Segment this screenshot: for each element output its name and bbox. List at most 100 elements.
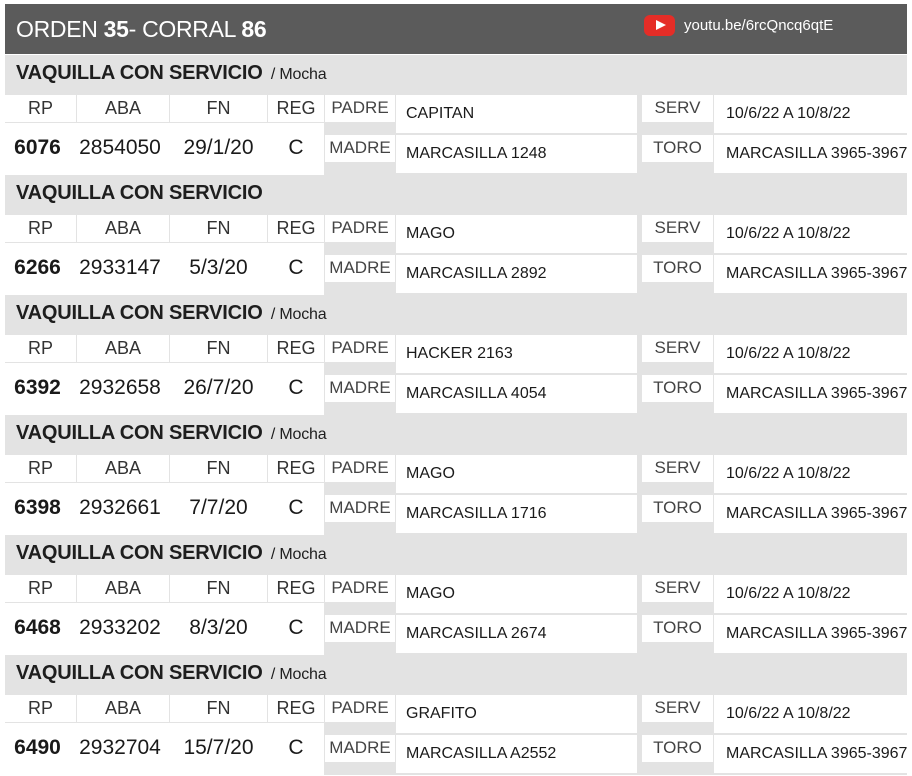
serv-label: SERV (654, 698, 701, 717)
record-category: VAQUILLA CON SERVICIO (16, 662, 263, 684)
video-link[interactable]: youtu.be/6rcQncq6qtE (644, 15, 833, 36)
aba-value: 2932704 (79, 736, 161, 759)
serv-value: 10/6/22 A 10/8/22 (726, 705, 851, 722)
record-title: VAQUILLA CON SERVICIO / Mocha (16, 422, 327, 445)
orden-number: 35 (103, 15, 129, 42)
padre-label: PADRE (331, 698, 389, 717)
record-category: VAQUILLA CON SERVICIO (16, 542, 263, 564)
col-header-rp: RP (27, 218, 53, 238)
madre-label: MADRE (329, 378, 391, 397)
toro-value: MARCASILLA 3965-3967 (726, 385, 908, 402)
madre-value: MARCASILLA 1248 (406, 145, 547, 162)
col-header-fn: FN (206, 578, 231, 598)
record-category: VAQUILLA CON SERVICIO (16, 302, 263, 324)
record-category: VAQUILLA CON SERVICIO (16, 182, 263, 204)
reg-value: C (288, 376, 304, 399)
aba-value: 2854050 (79, 136, 161, 159)
record-row: VAQUILLA CON SERVICIO / Mocha RP ABA FN REG 6… (5, 295, 907, 415)
padre-value: CAPITAN (406, 105, 475, 122)
madre-value: MARCASILLA 2674 (406, 625, 547, 642)
record-category: VAQUILLA CON SERVICIO (16, 62, 263, 84)
serv-value: 10/6/22 A 10/8/22 (726, 225, 851, 242)
serv-label: SERV (654, 338, 701, 357)
youtube-icon (644, 15, 675, 36)
col-header-reg: REG (276, 698, 316, 718)
aba-value: 2933147 (79, 256, 161, 279)
video-url[interactable]: youtu.be/6rcQncq6qtE (684, 17, 833, 34)
col-header-reg: REG (276, 218, 316, 238)
padre-label: PADRE (331, 458, 389, 477)
padre-label: PADRE (331, 338, 389, 357)
col-header-reg: REG (276, 578, 316, 598)
col-header-fn: FN (206, 98, 231, 118)
reg-value: C (288, 616, 304, 639)
record-row: VAQUILLA CON SERVICIO / Mocha RP ABA FN REG 6… (5, 55, 907, 175)
reg-value: C (288, 496, 304, 519)
aba-value: 2933202 (79, 616, 161, 639)
record-row: VAQUILLA CON SERVICIO / Mocha RP ABA FN REG 6… (5, 535, 907, 655)
toro-value: MARCASILLA 3965-3967 (726, 265, 908, 282)
serv-label: SERV (654, 218, 701, 237)
serv-value: 10/6/22 A 10/8/22 (726, 105, 851, 122)
col-header-rp: RP (27, 98, 53, 118)
aba-value: 2932661 (79, 496, 161, 519)
record-title: VAQUILLA CON SERVICIO / Mocha (16, 542, 327, 565)
col-header-reg: REG (276, 98, 316, 118)
col-header-rp: RP (27, 578, 53, 598)
record-subtitle: / Mocha (270, 66, 327, 83)
madre-value: MARCASILLA A2552 (406, 745, 557, 762)
serv-value: 10/6/22 A 10/8/22 (726, 465, 851, 482)
record-row: VAQUILLA CON SERVICIO / Mocha RP ABA FN REG 6… (5, 655, 907, 775)
toro-label: TORO (653, 258, 702, 277)
serv-value: 10/6/22 A 10/8/22 (726, 345, 851, 362)
padre-value: MAGO (406, 225, 455, 242)
col-header-rp: RP (27, 338, 53, 358)
record-row: VAQUILLA CON SERVICIO / Mocha RP ABA FN REG 6… (5, 415, 907, 535)
serv-label: SERV (654, 578, 701, 597)
record-subtitle: / Mocha (270, 666, 327, 683)
record-title: VAQUILLA CON SERVICIO / Mocha (16, 302, 327, 325)
fn-value: 7/7/20 (189, 496, 248, 519)
corral-number: 86 (241, 15, 267, 42)
padre-value: GRAFITO (406, 705, 477, 722)
serv-label: SERV (654, 458, 701, 477)
rp-value: 6490 (14, 736, 61, 759)
madre-label: MADRE (329, 738, 391, 757)
serv-label: SERV (654, 98, 701, 117)
toro-label: TORO (653, 498, 702, 517)
fn-value: 29/1/20 (183, 136, 254, 159)
rp-value: 6398 (14, 496, 61, 519)
padre-label: PADRE (331, 578, 389, 597)
col-header-aba: ABA (104, 98, 142, 118)
col-header-fn: FN (206, 698, 231, 718)
record-title: VAQUILLA CON SERVICIO / Mocha (16, 662, 327, 685)
col-header-aba: ABA (104, 458, 142, 478)
padre-value: MAGO (406, 585, 455, 602)
fn-value: 5/3/20 (189, 256, 248, 279)
record-subtitle: / Mocha (270, 306, 327, 323)
fn-value: 15/7/20 (183, 736, 254, 759)
madre-value: MARCASILLA 2892 (406, 265, 547, 282)
padre-value: MAGO (406, 465, 455, 482)
padre-label: PADRE (331, 218, 389, 237)
col-header-aba: ABA (104, 698, 142, 718)
aba-value: 2932658 (79, 376, 161, 399)
toro-value: MARCASILLA 3965-3967 (726, 745, 908, 762)
col-header-aba: ABA (104, 338, 142, 358)
col-header-aba: ABA (104, 218, 142, 238)
records-list: VAQUILLA CON SERVICIO / Mocha RP ABA FN REG 6… (5, 55, 907, 775)
toro-value: MARCASILLA 3965-3967 (726, 505, 908, 522)
madre-value: MARCASILLA 4054 (406, 385, 547, 402)
toro-value: MARCASILLA 3965-3967 (726, 145, 908, 162)
col-header-rp: RP (27, 698, 53, 718)
record-category: VAQUILLA CON SERVICIO (16, 422, 263, 444)
col-header-fn: FN (206, 218, 231, 238)
orden-label: ORDEN (16, 15, 98, 42)
toro-value: MARCASILLA 3965-3967 (726, 625, 908, 642)
rp-value: 6076 (14, 136, 61, 159)
col-header-fn: FN (206, 338, 231, 358)
padre-value: HACKER 2163 (406, 345, 513, 362)
page-title: ORDEN 35- CORRAL 86 (16, 15, 267, 43)
reg-value: C (288, 736, 304, 759)
col-header-rp: RP (27, 458, 53, 478)
